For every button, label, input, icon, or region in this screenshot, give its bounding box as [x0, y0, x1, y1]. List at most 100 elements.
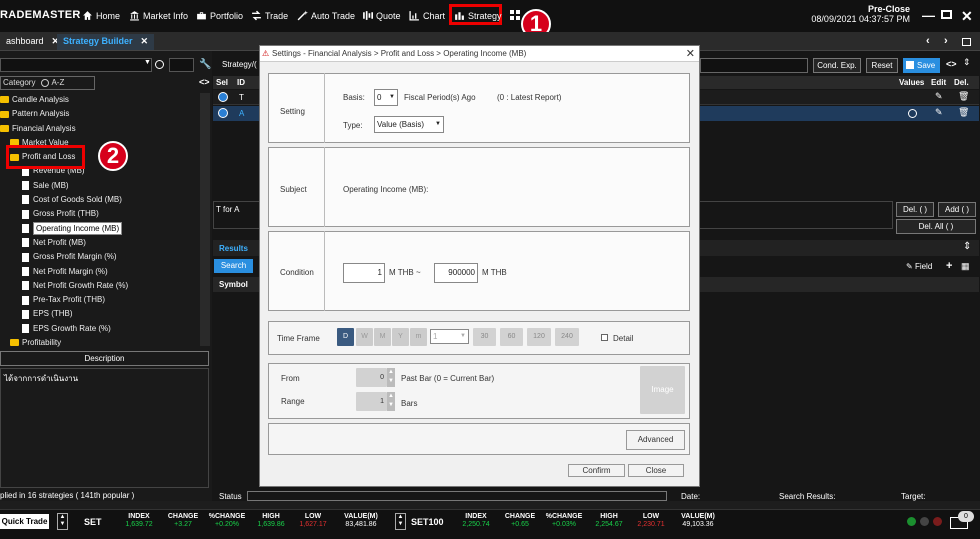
quick-trade-button[interactable]: Quick Trade — [0, 514, 49, 529]
restore-icon[interactable] — [962, 38, 971, 46]
range-input[interactable]: 1 — [356, 392, 387, 411]
from-stepper[interactable]: ▲ ▼ — [387, 368, 395, 387]
tab-next-icon[interactable]: › — [944, 35, 948, 47]
type-select[interactable]: Value (Basis) ▼ — [374, 116, 444, 133]
tree-item[interactable]: Net Profit (MB) — [0, 236, 200, 250]
values-circle-icon[interactable] — [908, 109, 917, 118]
code-icon[interactable]: <> — [946, 59, 957, 69]
grid-menu-icon[interactable] — [510, 10, 520, 20]
maximize-icon[interactable] — [941, 10, 952, 19]
tab-prev-icon[interactable]: ‹ — [926, 35, 930, 47]
search-icon[interactable] — [155, 60, 164, 69]
tf-120-button[interactable]: 120 — [527, 328, 551, 346]
cond-exp-button[interactable]: Cond. Exp. — [813, 58, 861, 73]
tf-minute-button[interactable]: m — [410, 328, 427, 346]
tf-year-button[interactable]: Y — [392, 328, 409, 346]
az-radio[interactable] — [41, 78, 50, 87]
range-stepper[interactable]: ▲ ▼ — [387, 392, 395, 411]
add-button[interactable]: Add ( ) — [938, 202, 976, 217]
search-input[interactable] — [169, 58, 194, 72]
tree-item-selected[interactable]: Operating Income (MB) — [0, 221, 200, 236]
tf-week-button[interactable]: W — [356, 328, 373, 346]
tf-month-button[interactable]: M — [374, 328, 391, 346]
tree-scrollbar[interactable] — [200, 93, 210, 346]
tree-item[interactable]: Profitability — [0, 336, 200, 350]
chevron-down-icon[interactable]: ▼ — [144, 59, 151, 66]
nav-strategy-label: Strategy — [468, 10, 502, 21]
row-select-checkbox[interactable] — [218, 108, 228, 118]
trash-icon[interactable]: 🗑 — [958, 107, 969, 118]
trash-icon[interactable]: 🗑 — [958, 91, 969, 102]
search-button[interactable]: Search — [214, 259, 253, 273]
set100-high-value: 2,254.67 — [595, 521, 623, 528]
add-icon[interactable]: + — [946, 260, 952, 272]
tree-item[interactable]: Cost of Goods Sold (MB) — [0, 193, 200, 207]
del-button[interactable]: Del. ( ) — [896, 202, 934, 217]
tf-240-button[interactable]: 240 — [555, 328, 579, 346]
range-label: Range — [281, 397, 305, 406]
edit-icon[interactable]: ✎ — [935, 91, 943, 102]
chevron-down-icon: ▼ — [460, 333, 466, 339]
tree-item[interactable]: EPS (THB) — [0, 307, 200, 321]
minimize-icon[interactable]: — — [922, 8, 935, 23]
wrench-icon[interactable]: 🔧 — [199, 59, 211, 70]
tab-strategy-builder[interactable]: Strategy Builder ✕ — [57, 34, 155, 50]
tab-dashboard[interactable]: ashboard ✕ — [0, 34, 65, 50]
advanced-button[interactable]: Advanced — [626, 430, 685, 450]
del-all-button[interactable]: Del. All ( ) — [896, 219, 976, 234]
condition-min-input[interactable]: 1 — [343, 263, 385, 283]
from-input[interactable]: 0 — [356, 368, 387, 387]
nav-portfolio[interactable]: Portfolio — [196, 10, 243, 21]
nav-auto-trade[interactable]: Auto Trade — [297, 10, 355, 21]
close-button[interactable]: Close — [628, 464, 684, 477]
layout-icon[interactable]: ▦ — [961, 261, 970, 272]
expand-collapse-icon[interactable]: <> — [199, 77, 210, 87]
document-icon — [22, 295, 29, 305]
confirm-button[interactable]: Confirm — [568, 464, 625, 477]
nav-market-info[interactable]: Market Info — [129, 10, 188, 21]
nav-home[interactable]: Home — [82, 10, 120, 21]
tree-item[interactable]: Gross Profit Margin (%) — [0, 250, 200, 264]
image-placeholder: Image — [640, 366, 685, 414]
tree-item[interactable]: Net Profit Margin (%) — [0, 265, 200, 279]
condition-max-input[interactable]: 900000 — [434, 263, 478, 283]
detail-checkbox[interactable] — [601, 334, 608, 341]
set100-stepper[interactable]: ▲ ▼ — [395, 513, 406, 530]
row-select-checkbox[interactable] — [218, 92, 228, 102]
collapse-results-icon[interactable]: ⇕ — [963, 241, 971, 252]
nav-trade[interactable]: Trade — [251, 10, 288, 21]
basis-select[interactable]: 0 ▼ — [374, 89, 398, 106]
tf-30-button[interactable]: 30 — [473, 328, 496, 346]
reset-button[interactable]: Reset — [866, 58, 898, 73]
strategy-icon — [455, 12, 464, 20]
close-window-icon[interactable]: ✕ — [961, 8, 973, 25]
tree-item[interactable]: Gross Profit (THB) — [0, 207, 200, 221]
tf-day-button[interactable]: D — [337, 328, 354, 346]
tree-item[interactable]: EPS Growth Rate (%) — [0, 322, 200, 336]
set-stepper[interactable]: ▲ ▼ — [57, 513, 68, 530]
tree-item[interactable]: Sale (MB) — [0, 179, 200, 193]
edit-icon[interactable]: ✎ — [935, 107, 943, 118]
category-label[interactable]: Category — [3, 78, 35, 87]
sort-icon[interactable]: ⇕ — [963, 57, 971, 68]
tab-close-icon[interactable]: ✕ — [141, 36, 149, 46]
dialog-close-icon[interactable]: ✕ — [686, 46, 695, 62]
tree-item-label: Gross Profit Margin (%) — [33, 252, 117, 262]
nav-strategy[interactable]: Strategy — [454, 10, 502, 21]
tree-item-label: Operating Income (MB) — [33, 221, 123, 235]
tree-item[interactable]: Pre-Tax Profit (THB) — [0, 293, 200, 307]
tree-item[interactable]: Pattern Analysis — [0, 107, 200, 121]
nav-quote[interactable]: Quote — [362, 10, 401, 21]
field-button[interactable]: ✎ Field — [906, 262, 932, 271]
tf-60-button[interactable]: 60 — [500, 328, 523, 346]
nav-chart[interactable]: Chart — [409, 10, 445, 21]
set-low-value: 1,627.17 — [299, 521, 327, 528]
tree-item[interactable]: Candle Analysis — [0, 93, 200, 107]
basis-label: Basis: — [343, 93, 365, 102]
tf-minute-select[interactable]: 1 ▼ — [430, 329, 469, 344]
tree-item[interactable]: Financial Analysis — [0, 122, 200, 136]
dialog-title: Settings - Financial Analysis > Profit a… — [272, 49, 527, 58]
filter-select[interactable] — [0, 58, 152, 72]
strategy-name-input[interactable] — [700, 58, 808, 73]
tree-item[interactable]: Net Profit Growth Rate (%) — [0, 279, 200, 293]
